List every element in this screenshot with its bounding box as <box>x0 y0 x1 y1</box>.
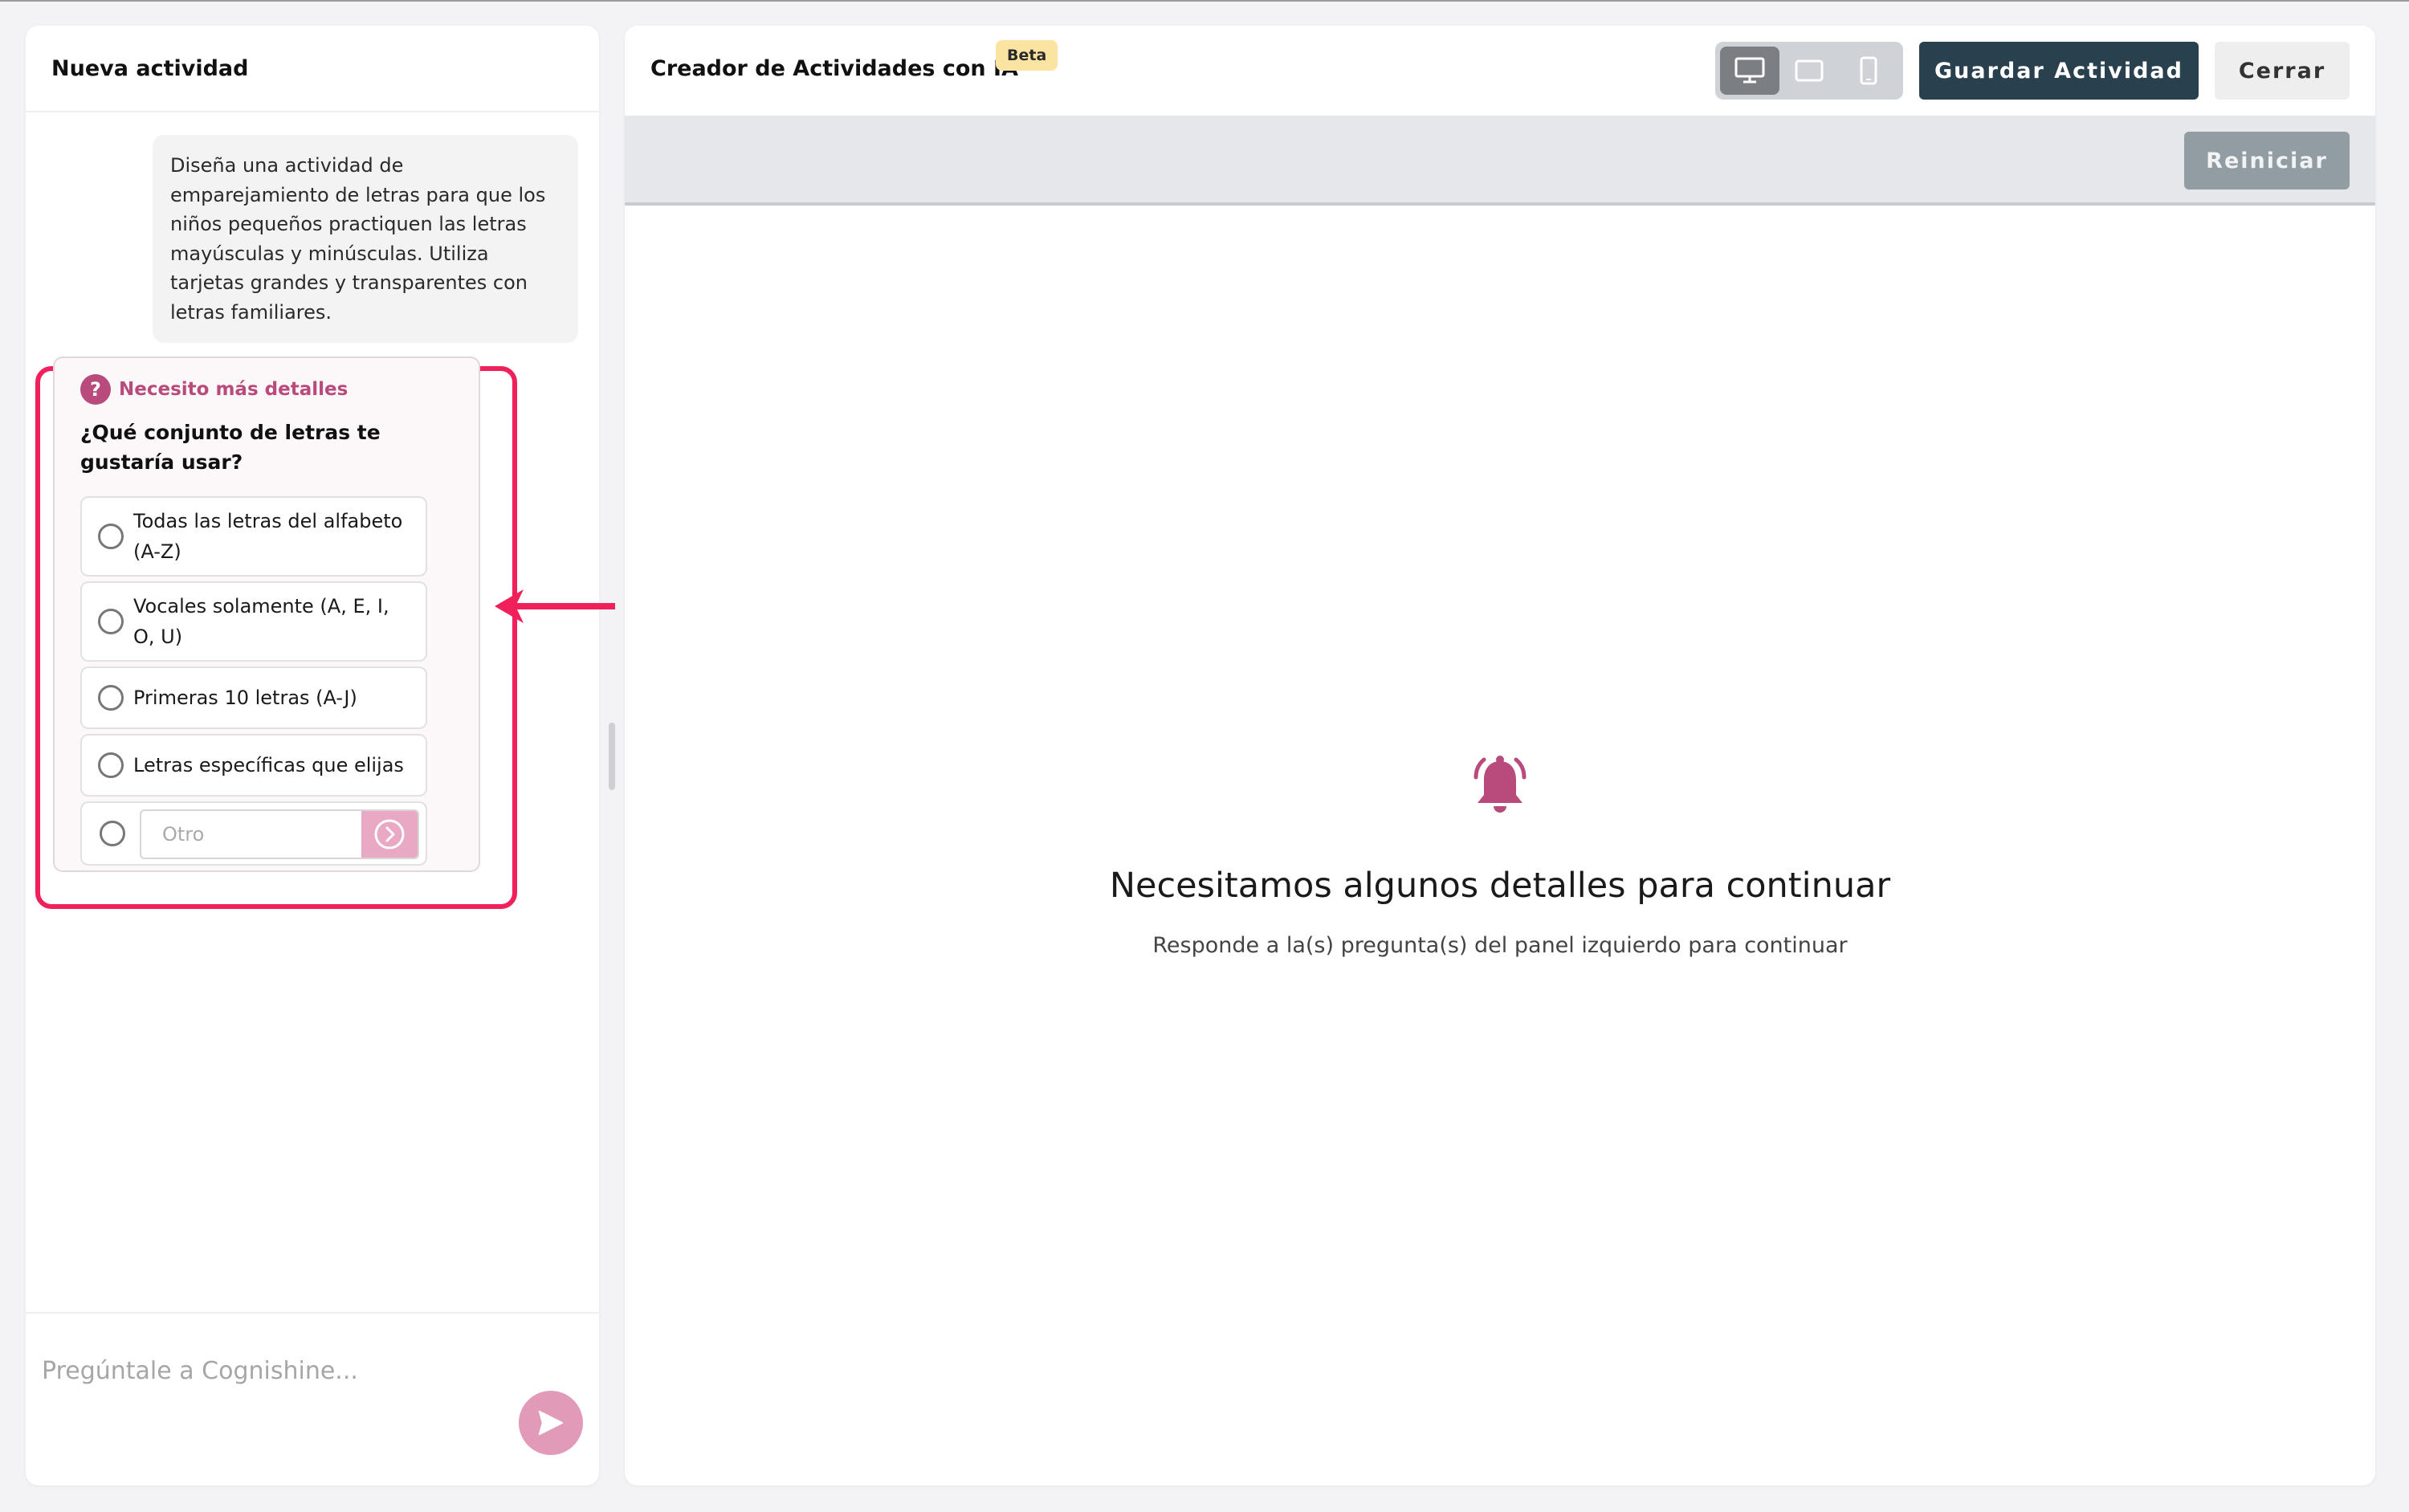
send-button[interactable] <box>519 1391 583 1455</box>
option-all-letters[interactable]: Todas las letras del alfabeto (A-Z) <box>80 496 427 577</box>
chat-input-divider <box>26 1312 599 1314</box>
option-label: Primeras 10 letras (A-J) <box>133 687 357 709</box>
question-icon: ? <box>80 374 111 405</box>
clarifying-question-card: ? Necesito más detalles ¿Qué conjunto de… <box>53 357 480 872</box>
option-vowels[interactable]: Vocales solamente (A, E, I, O, U) <box>80 581 427 662</box>
mobile-view-button[interactable] <box>1839 47 1898 95</box>
option-label: Letras específicas que elijas <box>133 754 404 776</box>
empty-state-title: Necesitamos algunos detalles para contin… <box>1109 866 1891 906</box>
radio-button[interactable] <box>100 821 125 846</box>
radio-button[interactable] <box>98 524 124 549</box>
save-activity-button[interactable]: Guardar Actividad <box>1919 42 2199 100</box>
app-title: Creador de Actividades con IA <box>650 56 1018 81</box>
arrow-left-icon <box>495 589 615 623</box>
device-toggle-group <box>1715 42 1903 100</box>
desktop-view-button[interactable] <box>1720 47 1779 95</box>
user-message-bubble: Diseña una actividad de emparejamiento d… <box>153 135 578 343</box>
chat-panel: Nueva actividad Diseña una actividad de … <box>26 26 599 1486</box>
window-top-border <box>0 0 2409 2</box>
option-label: Todas las letras del alfabeto (A-Z) <box>133 510 403 563</box>
option-specific-letters[interactable]: Letras específicas que elijas <box>80 734 427 797</box>
desktop-icon <box>1734 57 1765 84</box>
question-card-badge: Necesito más detalles <box>119 379 349 400</box>
tablet-icon <box>1795 59 1824 82</box>
beta-badge: Beta <box>996 40 1058 71</box>
other-field[interactable] <box>140 809 419 859</box>
radio-button[interactable] <box>98 685 124 711</box>
chat-panel-title: Nueva actividad <box>26 26 599 112</box>
question-title: ¿Qué conjunto de letras te gustaría usar… <box>80 421 381 474</box>
radio-button[interactable] <box>98 752 124 778</box>
close-button[interactable]: Cerrar <box>2215 42 2350 100</box>
preview-header: Creador de Actividades con IA Beta Guard… <box>625 26 2375 114</box>
mobile-icon <box>1860 56 1877 85</box>
option-label: Vocales solamente (A, E, I, O, U) <box>133 595 389 648</box>
other-input[interactable] <box>141 811 365 858</box>
empty-state-subtitle: Responde a la(s) pregunta(s) del panel i… <box>1152 933 1848 958</box>
question-card-header: ? Necesito más detalles <box>80 374 348 405</box>
option-other[interactable] <box>80 801 427 866</box>
chat-input[interactable] <box>42 1343 572 1399</box>
bell-icon <box>1474 756 1527 813</box>
panel-resize-handle[interactable] <box>609 723 615 790</box>
send-icon <box>538 1410 564 1436</box>
activity-preview-panel: Creador de Actividades con IA Beta Guard… <box>625 26 2375 1486</box>
reset-button[interactable]: Reiniciar <box>2184 132 2350 190</box>
chevron-right-icon <box>374 819 405 850</box>
other-submit-button[interactable] <box>361 811 418 858</box>
preview-toolbar: Reiniciar <box>625 116 2375 206</box>
option-first-ten[interactable]: Primeras 10 letras (A-J) <box>80 666 427 729</box>
tablet-view-button[interactable] <box>1779 47 1839 95</box>
radio-button[interactable] <box>98 609 124 634</box>
